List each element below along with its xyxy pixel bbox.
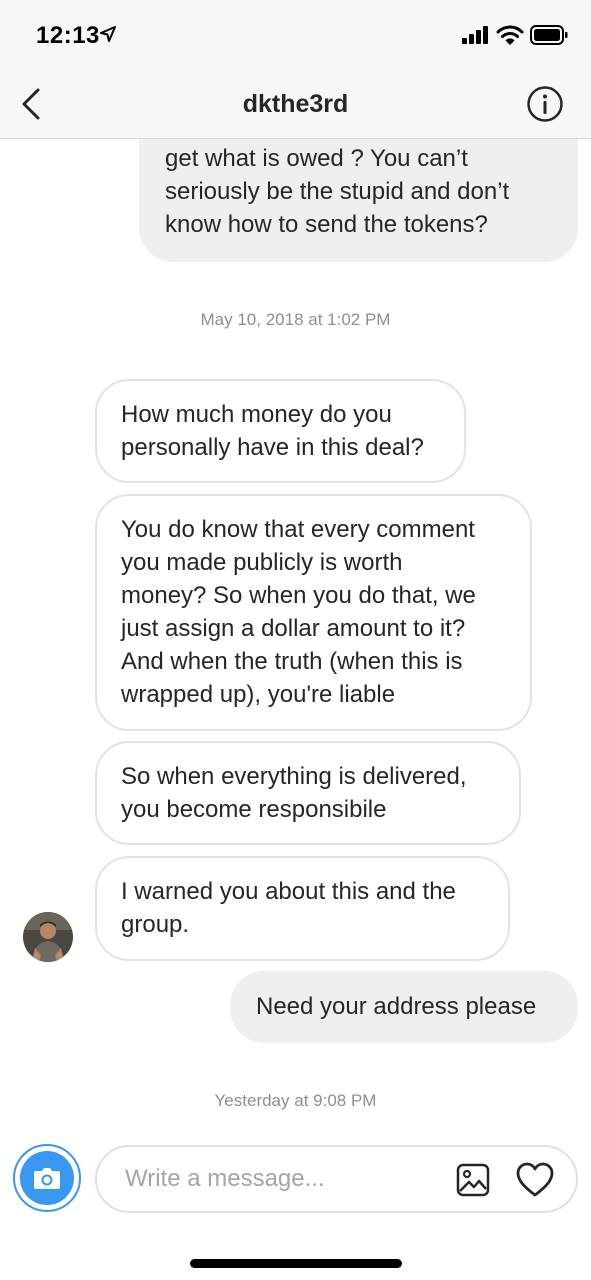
camera-icon [34,1168,60,1189]
outgoing-message-bubble[interactable]: get what is owed ? You can’t seriously b… [139,139,578,262]
message-timestamp: May 10, 2018 at 1:02 PM [200,310,391,329]
cellular-signal-icon [462,26,488,44]
chat-title[interactable]: dkthe3rd [0,90,591,119]
wifi-icon [496,25,524,45]
incoming-message-bubble[interactable]: How much money do you personally have in… [95,379,466,483]
status-time: 12:13 [36,22,100,49]
incoming-message-bubble[interactable]: You do know that every comment you made … [95,494,532,731]
battery-icon [530,25,568,45]
message-composer [95,1145,578,1213]
incoming-message-bubble[interactable]: I warned you about this and the group. [95,856,510,961]
avatar-photo [23,912,73,962]
status-bar: 12:13 [0,0,591,70]
outgoing-message-bubble[interactable]: Need your address please [230,971,578,1043]
message-input[interactable] [125,1161,435,1197]
message-timestamp: Yesterday at 9:08 PM [214,1091,377,1110]
gallery-icon[interactable] [455,1162,491,1198]
home-indicator[interactable] [190,1259,402,1268]
message-thread[interactable]: get what is owed ? You can’t seriously b… [0,139,591,1129]
camera-button-fill [20,1151,74,1205]
heart-icon[interactable] [515,1161,555,1199]
info-circle-icon[interactable] [526,85,564,123]
sender-avatar[interactable] [23,912,73,962]
incoming-message-bubble[interactable]: So when everything is delivered, you bec… [95,741,521,845]
location-arrow-icon [100,26,116,42]
camera-button[interactable] [13,1144,81,1212]
chat-header: dkthe3rd [0,70,591,139]
